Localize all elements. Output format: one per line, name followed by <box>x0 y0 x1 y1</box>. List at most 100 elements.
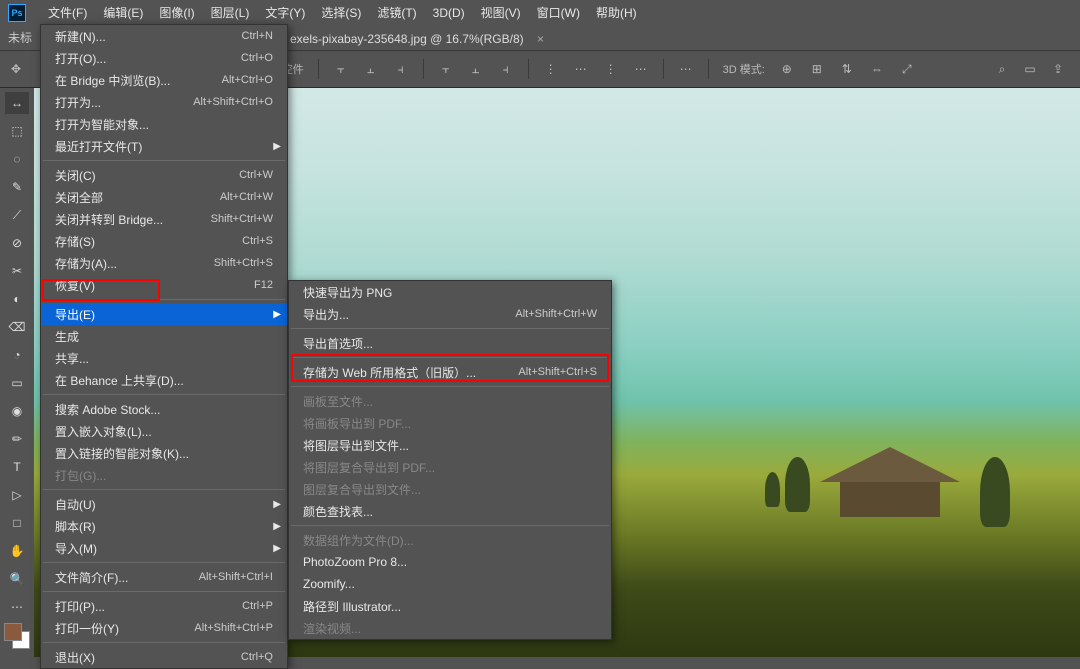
file-menu-item-19[interactable]: 搜索 Adobe Stock... <box>41 398 287 420</box>
distribute-icon[interactable]: ⋮ <box>603 61 619 77</box>
file-menu-item-11[interactable]: 存储为(A)...Shift+Ctrl+S <box>41 252 287 274</box>
file-menu-item-25[interactable]: 脚本(R)▶ <box>41 515 287 537</box>
file-menu-item-33[interactable]: 退出(X)Ctrl+Q <box>41 646 287 668</box>
tool-0[interactable]: ↔ <box>5 92 29 114</box>
tool-4[interactable]: ⟋ <box>5 204 29 226</box>
align-icon[interactable]: ⫠ <box>468 61 484 77</box>
menu-item-label: 图层复合导出到文件... <box>303 481 421 498</box>
file-menu-item-3[interactable]: 打开为...Alt+Shift+Ctrl+O <box>41 91 287 113</box>
distribute-icon[interactable]: ⋯ <box>633 61 649 77</box>
orbit-icon[interactable]: ⊕ <box>779 61 795 77</box>
file-menu-item-4[interactable]: 打开为智能对象... <box>41 113 287 135</box>
tool-8[interactable]: ⌫ <box>5 316 29 338</box>
pan-icon[interactable]: ⊞ <box>809 61 825 77</box>
file-menu-item-26[interactable]: 导入(M)▶ <box>41 537 287 559</box>
more-icon[interactable]: ⋯ <box>678 61 694 77</box>
menu-item-shortcut: Alt+Shift+Ctrl+I <box>199 571 273 583</box>
file-menu-item-9[interactable]: 关闭并转到 Bridge...Shift+Ctrl+W <box>41 208 287 230</box>
menu-窗口[interactable]: 窗口(W) <box>529 0 588 25</box>
scale-icon[interactable]: ⤢ <box>899 61 915 77</box>
share-icon[interactable]: ⇪ <box>1050 61 1066 77</box>
export-menu-item-16[interactable]: Zoomify... <box>289 573 611 595</box>
tool-12[interactable]: ✏ <box>5 428 29 450</box>
document-tab-label[interactable]: exels-pixabay-235648.jpg @ 16.7%(RGB/8) … <box>290 32 544 46</box>
export-menu-item-9[interactable]: 将图层导出到文件... <box>289 434 611 456</box>
file-menu-item-12[interactable]: 恢复(V)F12 <box>41 274 287 296</box>
file-menu-item-0[interactable]: 新建(N)...Ctrl+N <box>41 25 287 47</box>
tool-14[interactable]: ▷ <box>5 484 29 506</box>
tool-13[interactable]: T <box>5 456 29 478</box>
export-menu-item-15[interactable]: PhotoZoom Pro 8... <box>289 551 611 573</box>
export-menu-item-12[interactable]: 颜色查找表... <box>289 500 611 522</box>
export-menu-item-5[interactable]: 存储为 Web 所用格式（旧版）...Alt+Shift+Ctrl+S <box>289 361 611 383</box>
slide-icon[interactable]: ⇔ <box>869 61 885 77</box>
tool-18[interactable]: ⋯ <box>5 596 29 618</box>
tool-5[interactable]: ⊘ <box>5 232 29 254</box>
tool-6[interactable]: ✂ <box>5 260 29 282</box>
file-menu-item-16[interactable]: 共享... <box>41 347 287 369</box>
file-menu-item-31[interactable]: 打印一份(Y)Alt+Shift+Ctrl+P <box>41 617 287 639</box>
file-menu-item-15[interactable]: 生成 <box>41 325 287 347</box>
tool-16[interactable]: ✋ <box>5 540 29 562</box>
workspace-icon[interactable]: ▭ <box>1022 61 1038 77</box>
file-menu-item-1[interactable]: 打开(O)...Ctrl+O <box>41 47 287 69</box>
file-menu-item-14[interactable]: 导出(E)▶ <box>41 303 287 325</box>
menu-item-label: 打开(O)... <box>55 50 106 67</box>
tool-11[interactable]: ◉ <box>5 400 29 422</box>
align-icon[interactable]: ⫞ <box>498 61 514 77</box>
dolly-icon[interactable]: ⇅ <box>839 61 855 77</box>
tool-10[interactable]: ▭ <box>5 372 29 394</box>
separator <box>528 59 529 79</box>
file-menu-item-2[interactable]: 在 Bridge 中浏览(B)...Alt+Ctrl+O <box>41 69 287 91</box>
tool-9[interactable]: ◔ <box>5 344 29 366</box>
file-menu-item-7[interactable]: 关闭(C)Ctrl+W <box>41 164 287 186</box>
close-tab-icon[interactable]: × <box>537 32 544 46</box>
menu-item-shortcut: Alt+Shift+Ctrl+W <box>515 308 597 320</box>
tool-17[interactable]: 🔍 <box>5 568 29 590</box>
distribute-icon[interactable]: ⋮ <box>543 61 559 77</box>
menu-图层[interactable]: 图层(L) <box>203 0 258 25</box>
menu-separator <box>43 489 285 490</box>
tool-2[interactable]: ◌ <box>5 148 29 170</box>
align-icon[interactable]: ⫠ <box>363 61 379 77</box>
menu-item-label: 打包(G)... <box>55 467 106 484</box>
file-menu-item-8[interactable]: 关闭全部Alt+Ctrl+W <box>41 186 287 208</box>
file-menu-item-21[interactable]: 置入链接的智能对象(K)... <box>41 442 287 464</box>
menu-item-label: 导出为... <box>303 306 349 323</box>
file-menu-item-5[interactable]: 最近打开文件(T)▶ <box>41 135 287 157</box>
menu-选择[interactable]: 选择(S) <box>313 0 369 25</box>
align-icon[interactable]: ⫞ <box>393 61 409 77</box>
file-menu-item-28[interactable]: 文件简介(F)...Alt+Shift+Ctrl+I <box>41 566 287 588</box>
menu-3d[interactable]: 3D(D) <box>425 2 473 24</box>
app-logo[interactable]: Ps <box>8 4 26 22</box>
distribute-icon[interactable]: ⋯ <box>573 61 589 77</box>
menu-separator <box>43 562 285 563</box>
document-tab[interactable]: 未标 <box>0 25 32 50</box>
menu-文字[interactable]: 文字(Y) <box>257 0 313 25</box>
menu-文件[interactable]: 文件(F) <box>40 0 95 25</box>
tool-1[interactable]: ⬚ <box>5 120 29 142</box>
align-icon[interactable]: ⫟ <box>333 61 349 77</box>
menu-编辑[interactable]: 编辑(E) <box>95 0 151 25</box>
file-menu-item-10[interactable]: 存储(S)Ctrl+S <box>41 230 287 252</box>
tool-15[interactable]: □ <box>5 512 29 534</box>
search-icon[interactable]: ⌕ <box>994 61 1010 77</box>
menu-帮助[interactable]: 帮助(H) <box>588 0 645 25</box>
export-menu-item-3[interactable]: 导出首选项... <box>289 332 611 354</box>
export-menu-item-17[interactable]: 路径到 Illustrator... <box>289 595 611 617</box>
menu-滤镜[interactable]: 滤镜(T) <box>369 0 424 25</box>
align-icon[interactable]: ⫟ <box>438 61 454 77</box>
menu-视图[interactable]: 视图(V) <box>473 0 529 25</box>
file-menu-item-24[interactable]: 自动(U)▶ <box>41 493 287 515</box>
move-tool-icon[interactable]: ✥ <box>8 61 24 77</box>
color-swatch[interactable] <box>4 623 30 649</box>
foreground-color[interactable] <box>4 623 22 641</box>
export-menu-item-1[interactable]: 导出为... Alt+Shift+Ctrl+W <box>289 303 611 325</box>
tool-3[interactable]: ✎ <box>5 176 29 198</box>
file-menu-item-20[interactable]: 置入嵌入对象(L)... <box>41 420 287 442</box>
file-menu-item-17[interactable]: 在 Behance 上共享(D)... <box>41 369 287 391</box>
file-menu-item-30[interactable]: 打印(P)...Ctrl+P <box>41 595 287 617</box>
export-menu-item-0[interactable]: 快速导出为 PNG <box>289 281 611 303</box>
menu-图像[interactable]: 图像(I) <box>151 0 202 25</box>
tool-7[interactable]: ◐ <box>5 288 29 310</box>
